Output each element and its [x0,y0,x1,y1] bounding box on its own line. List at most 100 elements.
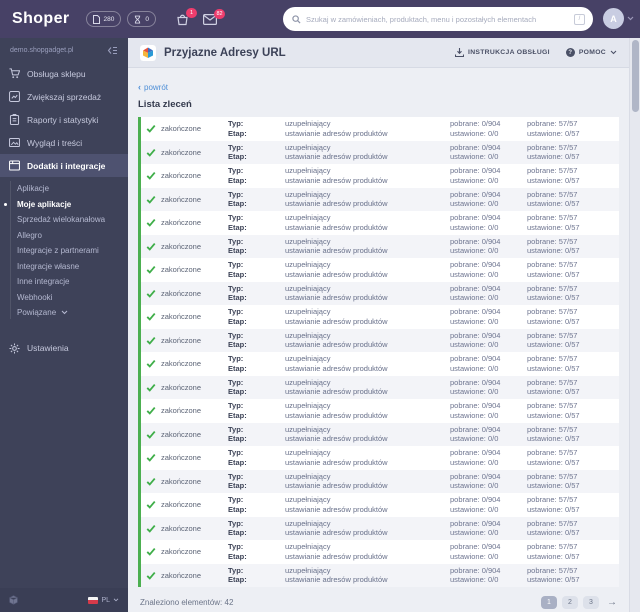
scrollbar-thumb[interactable] [632,40,639,112]
sidebar-item-zwiekszaj-sprzedaz[interactable]: Zwiększaj sprzedaż [0,85,128,108]
products-downloaded: pobrane: 0/904 [450,166,501,176]
typ-label: Typ: [228,307,244,317]
status-label: zakończone [161,312,202,321]
sidebar-item-raporty-i-statystyki[interactable]: Raporty i statystyki [0,108,128,131]
table-row[interactable]: zakończone Typ: Etap: uzupełniający usta… [138,446,619,470]
orders-counter-pill[interactable]: 280 [85,11,122,27]
sidebar-subitem-aplikacje[interactable]: Aplikacje [0,181,128,197]
table-row[interactable]: zakończone Typ: Etap: uzupełniający usta… [138,328,619,352]
sidebar-subitem-powiazane[interactable]: Powiązane [0,305,128,321]
table-row[interactable]: zakończone Typ: Etap: uzupełniający usta… [138,117,619,141]
typ-label: Typ: [228,189,244,199]
page-button-1[interactable]: 1 [541,596,557,609]
etap-label: Etap: [228,575,247,585]
table-row[interactable]: zakończone Typ: Etap: uzupełniający usta… [138,234,619,258]
categories-set: ustawione: 0/57 [527,316,580,326]
table-row[interactable]: zakończone Typ: Etap: uzupełniający usta… [138,258,619,282]
table-row[interactable]: zakończone Typ: Etap: uzupełniający usta… [138,305,619,329]
topbar: Shoper 280 0 1 82 / A [0,0,640,38]
mail-button[interactable]: 82 [203,8,226,25]
categories-set: ustawione: 0/57 [527,481,580,491]
etap-label: Etap: [228,340,247,350]
table-row[interactable]: zakończone Typ: Etap: uzupełniający usta… [138,281,619,305]
table-row[interactable]: zakończone Typ: Etap: uzupełniający usta… [138,375,619,399]
categories-set: ustawione: 0/57 [527,222,580,232]
search-input[interactable] [306,14,574,24]
categories-set: ustawione: 0/57 [527,340,580,350]
table-row[interactable]: zakończone Typ: Etap: uzupełniający usta… [138,187,619,211]
pagination: 1 2 3 → [536,596,617,609]
list-footer: Znaleziono elementów: 42 1 2 3 → [138,587,619,609]
help-button[interactable]: ? POMOC [565,48,617,57]
page-button-2[interactable]: 2 [562,596,578,609]
table-row[interactable]: zakończone Typ: Etap: uzupełniający usta… [138,469,619,493]
check-icon [146,125,156,134]
sidebar-item-label: Raporty i statystyki [27,114,99,125]
table-row[interactable]: zakończone Typ: Etap: uzupełniający usta… [138,516,619,540]
sidebar-item-wyglad-i-tresci[interactable]: Wygląd i treści [0,131,128,154]
status-label: zakończone [161,570,202,580]
sidebar-subitem-inne-integracje[interactable]: Inne integracje [0,274,128,290]
categories-downloaded: pobrane: 57/57 [527,330,578,340]
typ-label: Typ: [228,565,244,575]
check-icon [146,360,156,369]
status-label: zakończone [161,382,202,392]
sidebar-subitem-sprzedaz-wielokanalowa[interactable]: Sprzedaż wielokanałowa [0,212,128,228]
sidebar-subitem-allegro[interactable]: Allegro [0,228,128,244]
products-downloaded: pobrane: 0/904 [450,142,501,152]
page-button-3[interactable]: 3 [583,596,599,609]
table-row[interactable]: zakończone Typ: Etap: uzupełniający usta… [138,422,619,446]
basket-button[interactable]: 1 [176,7,198,26]
products-set: ustawione: 0/0 [450,528,499,538]
status-label: zakończone [161,265,202,274]
account-menu[interactable]: A [603,8,634,29]
categories-downloaded: pobrane: 57/57 [527,119,578,129]
typ-label: Typ: [228,495,244,505]
table-row[interactable]: zakończone Typ: Etap: uzupełniający usta… [138,540,619,564]
cube-icon[interactable] [9,595,18,605]
table-row[interactable]: zakończone Typ: Etap: uzupełniający usta… [138,563,619,587]
table-row[interactable]: zakończone Typ: Etap: uzupełniający usta… [138,493,619,517]
products-set: ustawione: 0/0 [450,222,499,232]
sidebar-subitem-moje-aplikacje[interactable]: Moje aplikacje [0,197,128,213]
categories-set: ustawione: 0/57 [527,387,580,397]
categories-set: ustawione: 0/57 [527,410,580,420]
sidebar-item-obsluga-sklepu[interactable]: Obsługa sklepu [0,62,128,85]
etap-value: ustawianie adresów produktów [285,175,388,185]
next-page-arrow-icon[interactable]: → [607,597,617,608]
subitem-label: Sprzedaż wielokanałowa [17,215,106,225]
table-row[interactable]: zakończone Typ: Etap: uzupełniający usta… [138,211,619,235]
sidebar-subitem-integracje-wlasne[interactable]: Integracje własne [0,259,128,275]
sessions-counter-pill[interactable]: 0 [127,11,157,27]
avatar[interactable]: A [603,8,624,29]
table-row[interactable]: zakończone Typ: Etap: uzupełniający usta… [138,140,619,164]
language-selector[interactable]: PL [88,596,119,604]
products-set: ustawione: 0/0 [450,128,499,138]
table-row[interactable]: zakończone Typ: Etap: uzupełniający usta… [138,399,619,423]
table-row[interactable]: zakończone Typ: Etap: uzupełniający usta… [138,352,619,376]
sidebar-item-ustawienia[interactable]: Ustawienia [0,337,128,360]
plugin-icon [9,160,20,171]
manual-button[interactable]: INSTRUKCJA OBSŁUGI [455,48,550,57]
chevron-down-icon [61,310,68,315]
sidebar: demo.shopgadget.pl Obsługa sklepu Zwięks… [0,38,128,612]
collapse-sidebar-icon[interactable] [107,46,118,55]
categories-downloaded: pobrane: 57/57 [527,401,578,411]
categories-downloaded: pobrane: 57/57 [527,236,578,246]
scrollbar[interactable] [629,38,640,612]
sidebar-subitem-webhooki[interactable]: Webhooki [0,290,128,306]
status-label: zakończone [161,335,202,345]
chart-icon [9,91,20,102]
check-icon [146,336,156,345]
products-set: ustawione: 0/0 [450,410,499,420]
etap-label: Etap: [228,434,247,444]
table-row[interactable]: zakończone Typ: Etap: uzupełniający usta… [138,164,619,188]
check-icon [146,172,156,181]
back-link[interactable]: ‹ powrót [138,82,168,92]
back-chevron-icon: ‹ [138,82,141,92]
sidebar-subitem-integracje-z-partnerami[interactable]: Integracje z partnerami [0,243,128,259]
sidebar-item-dodatki-i-integracje[interactable]: Dodatki i integracje [0,154,128,177]
cart-icon [9,68,20,79]
products-downloaded: pobrane: 0/904 [450,260,501,270]
etap-label: Etap: [228,269,247,279]
